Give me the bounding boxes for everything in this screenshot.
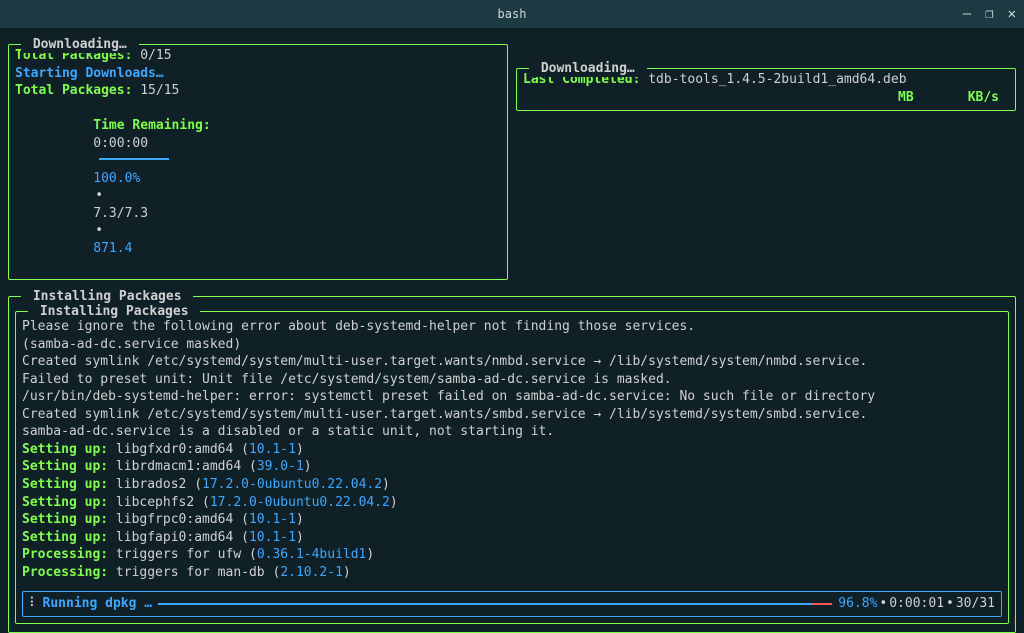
log-entry: Setting up: librados2 (17.2.0-0ubuntu0.2… (22, 476, 1002, 494)
dpkg-progress-bar (158, 603, 832, 605)
entry-pkg: libgfrpc0:amd64 (116, 512, 233, 527)
entry-pkg: librdmacm1:amd64 (116, 459, 241, 474)
unit-rate: KB/s (968, 89, 999, 107)
total-packages-after: Total Packages: 15/15 (15, 82, 501, 100)
log-entry: Setting up: librdmacm1:amd64 (39.0-1) (22, 458, 1002, 476)
window-title: bash (498, 6, 527, 22)
download-ratio: 7.3/7.3 (93, 206, 148, 221)
installing-outer-box: Installing Packages Installing Packages … (8, 296, 1016, 633)
entry-version: 17.2.0-0ubuntu0.22.04.2 (202, 477, 382, 492)
entry-version: 2.10.2-1 (280, 565, 343, 580)
entry-pkg: libgfapi0:amd64 (116, 530, 233, 545)
log-line: samba-ad-dc.service is a disabled or a s… (22, 423, 1002, 441)
downloading-title: Downloading… (21, 36, 139, 54)
window-titlebar: bash — ❐ ✕ (0, 0, 1024, 28)
download-rate: 871.4 (93, 241, 132, 256)
installing-inner-box: Installing Packages Please ignore the fo… (15, 311, 1009, 624)
entry-version: 10.1-1 (249, 530, 296, 545)
download-row: Downloading… Total Packages: 0/15 Starti… (8, 34, 1016, 280)
download-right-col: Downloading… Last Completed: tdb-tools_1… (516, 34, 1016, 111)
log-line: Created symlink /etc/systemd/system/mult… (22, 406, 1002, 424)
entry-verb: Setting up: (22, 477, 108, 492)
entry-version: 10.1-1 (249, 512, 296, 527)
maximize-icon[interactable]: ❐ (985, 5, 993, 24)
download-percent: 100.0% (93, 171, 140, 186)
log-line: (samba-ad-dc.service masked) (22, 336, 1002, 354)
log-entry: Setting up: libgfrpc0:amd64 (10.1-1) (22, 511, 1002, 529)
download-left-col: Downloading… Total Packages: 0/15 Starti… (8, 34, 508, 280)
log-line: Please ignore the following error about … (22, 318, 1002, 336)
dpkg-label: Running dpkg … (43, 595, 153, 613)
entry-verb: Setting up: (22, 512, 108, 527)
dpkg-percent: 96.8% (838, 595, 877, 613)
terminal-area: Downloading… Total Packages: 0/15 Starti… (0, 28, 1024, 633)
downloading-right-title: Downloading… (529, 60, 647, 78)
entry-version: 17.2.0-0ubuntu0.22.04.2 (210, 495, 390, 510)
spinner-icon: ⠇ (29, 595, 39, 613)
dpkg-progress-box: ⠇ Running dpkg … 96.8% • 0:00:01 • 30/31 (22, 591, 1002, 617)
installing-inner-title: Installing Packages (28, 303, 200, 321)
entry-pkg: libgfxdr0:amd64 (116, 442, 233, 457)
separator-dot: • (93, 188, 105, 203)
dpkg-progress-remaining (811, 603, 833, 605)
downloading-box-left: Downloading… Total Packages: 0/15 Starti… (8, 44, 508, 280)
downloading-box-right: Downloading… Last Completed: tdb-tools_1… (516, 68, 1016, 111)
separator-dot: • (944, 595, 956, 613)
entry-version: 39.0-1 (257, 459, 304, 474)
dpkg-count: 30/31 (956, 595, 995, 613)
entry-version: 0.36.1-4build1 (257, 547, 367, 562)
log-entry: Processing: triggers for ufw (0.36.1-4bu… (22, 546, 1002, 564)
entry-verb: Processing: (22, 565, 108, 580)
log-entry: Setting up: libgfxdr0:amd64 (10.1-1) (22, 441, 1002, 459)
separator-dot: • (877, 595, 889, 613)
entry-verb: Setting up: (22, 530, 108, 545)
starting-downloads: Starting Downloads… (15, 65, 501, 83)
log-line: Failed to preset unit: Unit file /etc/sy… (22, 371, 1002, 389)
install-log: Please ignore the following error about … (22, 316, 1002, 585)
download-progress-bar (99, 158, 169, 160)
separator-dot: • (93, 223, 105, 238)
log-entry: Setting up: libcephfs2 (17.2.0-0ubuntu0.… (22, 494, 1002, 512)
units-row: MB KB/s (523, 89, 1009, 107)
entry-pkg: triggers for ufw (116, 547, 241, 562)
time-remaining-line: Time Remaining: 0:00:00 100.0% • 7.3/7.3… (15, 100, 501, 275)
entry-verb: Processing: (22, 547, 108, 562)
entry-pkg: triggers for man-db (116, 565, 265, 580)
log-line: Created symlink /etc/systemd/system/mult… (22, 353, 1002, 371)
log-entry: Setting up: libgfapi0:amd64 (10.1-1) (22, 529, 1002, 547)
minimize-icon[interactable]: — (963, 5, 971, 24)
entry-version: 10.1-1 (249, 442, 296, 457)
entry-pkg: libcephfs2 (116, 495, 194, 510)
log-entry: Processing: triggers for man-db (2.10.2-… (22, 564, 1002, 582)
window-controls: — ❐ ✕ (963, 0, 1016, 28)
unit-size: MB (898, 89, 914, 107)
entry-verb: Setting up: (22, 459, 108, 474)
log-line: /usr/bin/deb-systemd-helper: error: syst… (22, 388, 1002, 406)
entry-verb: Setting up: (22, 495, 108, 510)
dpkg-eta: 0:00:01 (889, 595, 944, 613)
entry-pkg: librados2 (116, 477, 186, 492)
close-icon[interactable]: ✕ (1008, 5, 1016, 24)
entry-verb: Setting up: (22, 442, 108, 457)
